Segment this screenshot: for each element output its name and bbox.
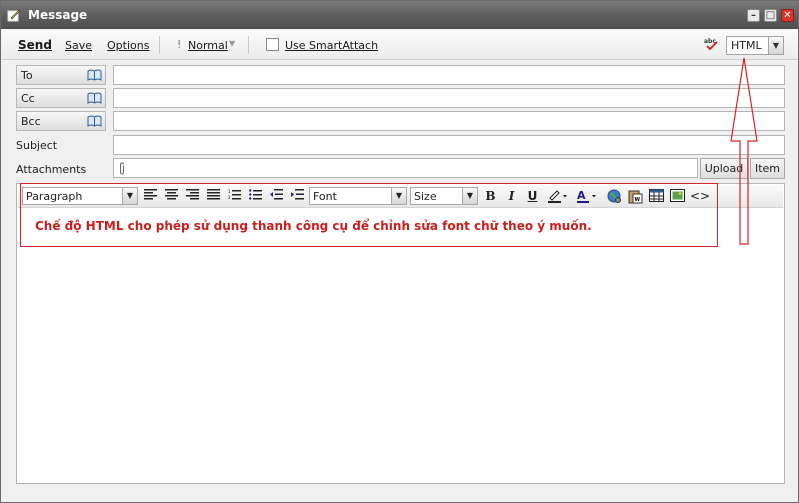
annotation-arrow [730, 57, 758, 245]
send-button[interactable]: Send [18, 38, 52, 52]
message-toolbar: Send Save Options ! Normal ▼ Use SmartAt… [2, 30, 798, 60]
cc-label: Cc [21, 92, 35, 105]
paperclip-icon [120, 162, 124, 175]
save-button[interactable]: Save [65, 39, 92, 52]
annotation-text: Chế độ HTML cho phép sử dụng thanh công … [35, 219, 592, 233]
format-select-value: HTML [731, 39, 762, 52]
bcc-input[interactable] [113, 111, 785, 131]
message-window: Message – □ ✕ Send Save Options ! Normal… [0, 0, 799, 503]
chevron-down-icon[interactable]: ▼ [768, 37, 783, 54]
subject-input[interactable] [113, 135, 785, 155]
smartattach-checkbox[interactable] [266, 38, 279, 51]
options-button[interactable]: Options [107, 39, 149, 52]
bcc-button[interactable]: Bcc [16, 111, 106, 131]
attachments-label: Attachments [16, 163, 87, 176]
format-select[interactable]: HTML ▼ [726, 36, 784, 55]
title-bar: Message – □ ✕ [1, 1, 798, 29]
priority-icon: ! [177, 38, 182, 51]
priority-dropdown[interactable]: Normal [188, 39, 228, 52]
address-book-icon [87, 92, 102, 104]
annotation-box: Chế độ HTML cho phép sử dụng thanh công … [20, 183, 718, 247]
to-input[interactable] [113, 65, 785, 85]
toolbar-separator [248, 36, 249, 54]
to-button[interactable]: To [16, 65, 106, 85]
compose-icon [7, 9, 21, 22]
window-title: Message [28, 8, 88, 22]
close-button[interactable]: ✕ [781, 9, 794, 22]
chevron-down-icon: ▼ [229, 39, 236, 48]
spellcheck-icon[interactable]: abc [704, 37, 720, 51]
cc-input[interactable] [113, 88, 785, 108]
address-book-icon [87, 69, 102, 81]
cc-button[interactable]: Cc [16, 88, 106, 108]
attachments-field[interactable] [113, 158, 698, 178]
editor-body[interactable] [18, 209, 783, 482]
to-label: To [21, 69, 33, 82]
maximize-button[interactable]: □ [764, 9, 777, 22]
subject-label: Subject [16, 139, 58, 152]
smartattach-label[interactable]: Use SmartAttach [285, 39, 378, 52]
address-book-icon [87, 115, 102, 127]
toolbar-separator [159, 36, 160, 54]
bcc-label: Bcc [21, 115, 41, 128]
minimize-button[interactable]: – [747, 9, 760, 22]
